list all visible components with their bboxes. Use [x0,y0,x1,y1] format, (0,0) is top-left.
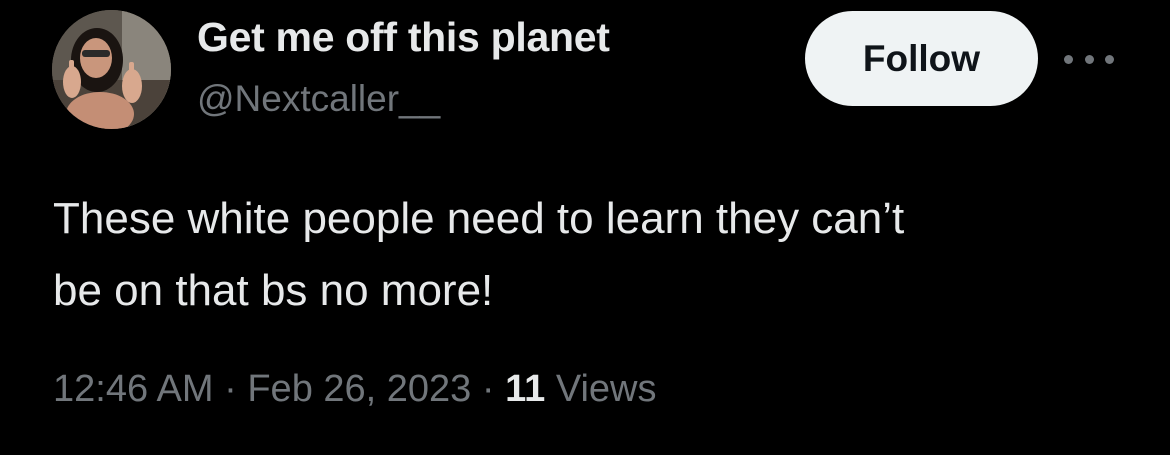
tweet-text-line-2: be on that bs no more! [53,266,494,315]
tweet-date[interactable]: Feb 26, 2023 [247,368,471,410]
views-count: 11 [505,368,546,410]
tweet-time[interactable]: 12:46 AM [53,368,214,410]
tweet-text-line-1: These white people need to learn they ca… [53,194,905,243]
tweet-card: Get me off this planet @Nextcaller__ Fol… [0,0,1170,455]
more-dot [1064,54,1073,64]
user-handle[interactable]: @Nextcaller__ [197,78,440,120]
more-dot [1105,54,1114,64]
meta-separator: · [213,368,248,410]
display-name[interactable]: Get me off this planet [197,14,610,61]
views-label: Views [545,368,657,410]
meta-separator: · [471,368,506,410]
more-dot [1084,54,1094,64]
tweet-meta: 12:46 AM · Feb 26, 2023 · 11 Views [53,368,657,411]
tweet-text: These white people need to learn they ca… [53,183,1133,327]
follow-button[interactable]: Follow [805,11,1038,106]
avatar[interactable] [52,10,171,129]
more-horizontal-icon[interactable] [1064,50,1114,68]
avatar-image [52,10,171,129]
